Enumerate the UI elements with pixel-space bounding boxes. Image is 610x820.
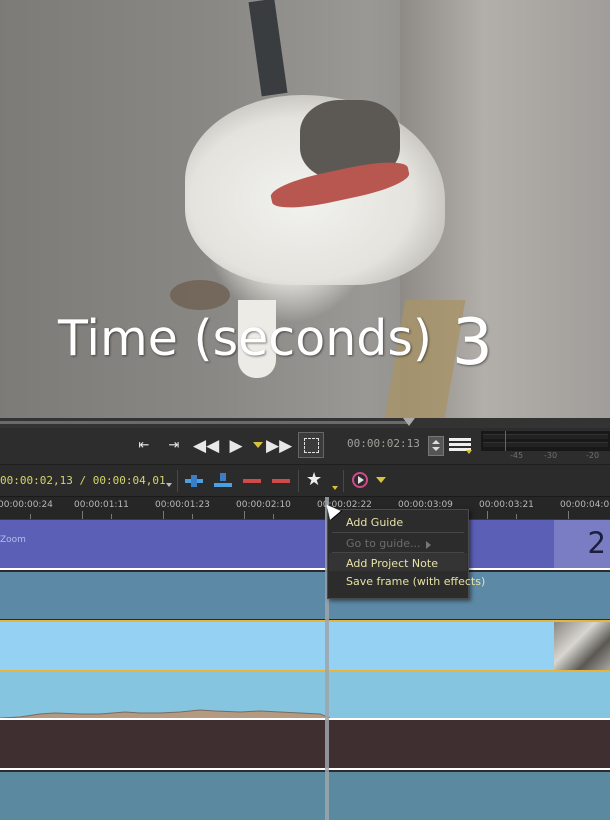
set-in-point-icon[interactable]: ⇤ (132, 434, 156, 458)
video-track-2[interactable] (0, 572, 610, 619)
scrub-progress (0, 421, 410, 424)
audio-track[interactable] (0, 672, 610, 720)
overlay-number-text: 3 (452, 306, 493, 380)
video-preview[interactable]: Time (seconds) 3 (0, 0, 610, 418)
meter-label: -45 (510, 451, 524, 460)
timeline-position: 00:00:02,13 / 00:00:04,01 (0, 474, 166, 487)
position-dropdown-icon[interactable] (166, 483, 172, 487)
submenu-arrow-icon (426, 541, 431, 549)
ruler-label: 00:00:00:24 (0, 500, 53, 510)
meter-label: -20 (586, 451, 600, 460)
timeline-ruler[interactable]: 00:00:00:24 00:00:01:11 00:00:01:23 00:0… (0, 497, 610, 520)
play-icon[interactable]: ▶ (224, 434, 248, 458)
audio-waveform (0, 709, 331, 718)
meter-label: -30 (544, 451, 558, 460)
extract-clip-icon[interactable] (270, 471, 292, 491)
menu-item-add-guide[interactable]: Add Guide (346, 516, 403, 529)
timecode-spinner[interactable] (428, 436, 444, 456)
menu-item-go-to-guide: Go to guide... (346, 537, 421, 550)
record-icon[interactable] (352, 472, 368, 488)
monitor-scrub-bar[interactable] (0, 418, 610, 428)
empty-audio-track[interactable] (0, 720, 610, 770)
toolbar-separator (177, 470, 178, 492)
lift-clip-icon[interactable] (241, 471, 263, 491)
toolbar-separator (298, 470, 299, 492)
bottom-track[interactable] (0, 772, 610, 820)
set-out-point-icon[interactable]: ⇥ (162, 434, 186, 458)
ruler-label: 00:00:01:23 (155, 500, 210, 510)
play-dropdown-icon[interactable] (253, 442, 263, 448)
menu-item-save-frame[interactable]: Save frame (with effects) (346, 575, 485, 588)
insert-clip-icon[interactable] (183, 471, 205, 491)
ruler-label: 00:00:04:0 (560, 500, 610, 510)
clip-number-label: 2 (587, 526, 606, 560)
toolbar-separator (343, 470, 344, 492)
video-clip-track[interactable] (0, 620, 610, 673)
ruler-context-menu: Add Guide Go to guide... Add Project Not… (327, 509, 485, 599)
record-dropdown-icon[interactable] (376, 477, 386, 483)
fullscreen-button[interactable] (298, 432, 324, 458)
clip-thumbnail (554, 622, 610, 670)
preview-leash (248, 0, 288, 97)
ruler-label: 00:00:01:11 (74, 500, 129, 510)
menu-item-add-project-note[interactable]: Add Project Note (346, 557, 438, 570)
overlay-title-text: Time (seconds) (58, 310, 433, 367)
fast-forward-icon[interactable]: ▶▶ (266, 434, 292, 458)
favorites-dropdown-icon[interactable] (332, 486, 338, 490)
fullscreen-icon (304, 438, 319, 453)
title-clip-track[interactable]: Zoom 2 (0, 520, 610, 570)
favorite-effects-icon[interactable]: ★ (306, 469, 322, 490)
ruler-label: 00:00:03:21 (479, 500, 534, 510)
scrub-handle[interactable] (403, 418, 415, 426)
clip-effect-label: Zoom (0, 535, 26, 545)
menu-dropdown-icon[interactable] (466, 450, 472, 454)
monitor-timecode[interactable]: 00:00:02:13 (347, 437, 420, 450)
ruler-label: 00:00:02:10 (236, 500, 291, 510)
spinner-down-icon[interactable] (432, 447, 440, 451)
title-clip-end[interactable]: 2 (554, 520, 610, 568)
preview-shadow (170, 280, 230, 310)
menu-separator (332, 532, 464, 533)
overwrite-clip-icon[interactable] (212, 471, 234, 491)
audio-meter (481, 431, 610, 451)
spinner-up-icon[interactable] (432, 440, 440, 444)
rewind-icon[interactable]: ◀◀ (193, 434, 219, 458)
